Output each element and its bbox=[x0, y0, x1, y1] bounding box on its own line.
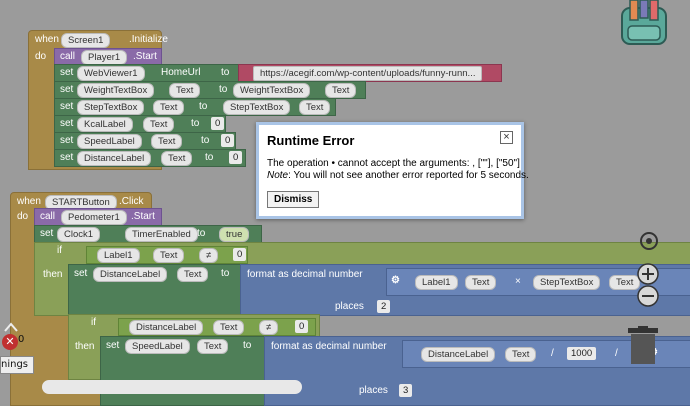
component-dropdown[interactable]: StepTextBox bbox=[77, 100, 145, 115]
component-dropdown[interactable]: DistanceLabel bbox=[93, 267, 168, 282]
call-pedometer-start-block[interactable]: call Pedometer1 .Start bbox=[34, 208, 162, 226]
dismiss-button[interactable]: Dismiss bbox=[267, 191, 320, 208]
property-dropdown[interactable]: TimerEnabled bbox=[125, 227, 198, 242]
operator-dropdown[interactable]: ≠ bbox=[259, 320, 279, 335]
number-field[interactable]: 1000 bbox=[567, 347, 597, 360]
property-dropdown[interactable]: Text bbox=[299, 100, 331, 115]
component-dropdown[interactable]: Label1 bbox=[415, 275, 458, 290]
set-speedlabel-block[interactable]: set SpeedLabel Text to 0 bbox=[54, 132, 236, 150]
property-dropdown[interactable]: Text bbox=[151, 134, 183, 149]
show-warnings-button[interactable]: nings bbox=[0, 356, 34, 374]
number-field[interactable]: 0 bbox=[233, 248, 247, 261]
property-dropdown[interactable]: Text bbox=[325, 83, 357, 98]
component-dropdown[interactable]: WeightTextBox bbox=[233, 83, 311, 98]
property-dropdown[interactable]: Text bbox=[197, 339, 229, 354]
property-dropdown[interactable]: Text bbox=[153, 248, 185, 263]
do-keyword: do bbox=[35, 51, 47, 62]
property-dropdown[interactable]: Text bbox=[505, 347, 537, 362]
set-clock-timerenabled-block[interactable]: set Clock1 TimerEnabled to true bbox=[34, 225, 262, 243]
places-field[interactable]: 2 bbox=[377, 300, 391, 313]
recenter-target-icon[interactable] bbox=[638, 230, 660, 252]
set-weighttextbox-block[interactable]: set WeightTextBox Text to WeightTextBox … bbox=[54, 81, 366, 99]
runtime-error-dialog: Runtime Error × The operation • cannot a… bbox=[256, 122, 529, 219]
component-dropdown[interactable]: Player1 bbox=[81, 50, 128, 65]
component-dropdown[interactable]: StepTextBox bbox=[533, 275, 601, 290]
component-dropdown[interactable]: DistanceLabel bbox=[421, 347, 496, 362]
url-text-field[interactable]: https://acegif.com/wp-content/uploads/fu… bbox=[253, 66, 483, 81]
component-dropdown[interactable]: KcalLabel bbox=[77, 117, 133, 132]
component-dropdown[interactable]: Pedometer1 bbox=[61, 210, 127, 225]
component-dropdown[interactable]: DistanceLabel bbox=[77, 151, 152, 166]
error-message: The operation • cannot accept the argume… bbox=[267, 158, 520, 169]
number-field[interactable]: 0 bbox=[229, 151, 243, 164]
component-dropdown[interactable]: DistanceLabel bbox=[129, 320, 204, 335]
number-field[interactable]: 0 bbox=[295, 320, 309, 333]
close-icon[interactable]: × bbox=[500, 131, 513, 144]
operator-dropdown[interactable]: ≠ bbox=[199, 248, 219, 263]
property-dropdown[interactable]: Text bbox=[465, 275, 497, 290]
url-text-block[interactable]: https://acegif.com/wp-content/uploads/fu… bbox=[238, 64, 502, 82]
error-count: 0 bbox=[18, 334, 25, 345]
dialog-title: Runtime Error bbox=[267, 133, 355, 148]
component-dropdown[interactable]: Screen1 bbox=[61, 33, 111, 48]
property-dropdown[interactable]: Text bbox=[161, 151, 193, 166]
horizontal-scrollbar[interactable] bbox=[42, 380, 302, 394]
component-dropdown[interactable]: WebViewer1 bbox=[77, 66, 145, 81]
property-dropdown[interactable]: Text bbox=[143, 117, 175, 132]
error-icon[interactable]: ✕ bbox=[2, 334, 18, 350]
set-steptextbox-block[interactable]: set StepTextBox Text to StepTextBox Text bbox=[54, 98, 336, 116]
when-keyword: when bbox=[35, 34, 59, 45]
trash-icon[interactable] bbox=[626, 326, 660, 366]
component-dropdown[interactable]: Label1 bbox=[97, 248, 140, 263]
set-distancelabel-text-block[interactable]: set DistanceLabel Text to bbox=[68, 264, 246, 316]
backpack-icon[interactable] bbox=[612, 0, 676, 50]
component-dropdown[interactable]: SpeedLabel bbox=[77, 134, 142, 149]
zoom-in-icon[interactable] bbox=[636, 262, 660, 286]
error-note: Note: You will not see another error rep… bbox=[267, 170, 529, 181]
gear-icon[interactable]: ⚙ bbox=[391, 275, 400, 286]
property-dropdown[interactable]: Text bbox=[177, 267, 209, 282]
number-field[interactable]: 0 bbox=[221, 134, 235, 147]
property-dropdown[interactable]: Text bbox=[169, 83, 201, 98]
set-speedlabel-text-block[interactable]: set SpeedLabel Text to bbox=[100, 336, 268, 406]
set-distancelabel-block[interactable]: set DistanceLabel Text to 0 bbox=[54, 149, 246, 167]
number-field[interactable]: 0 bbox=[211, 117, 225, 130]
places-field[interactable]: 3 bbox=[399, 384, 413, 397]
compare-block[interactable]: DistanceLabel Text ≠ 0 bbox=[118, 318, 316, 336]
component-dropdown[interactable]: Clock1 bbox=[57, 227, 101, 242]
warning-expand-icon[interactable] bbox=[2, 320, 20, 334]
property-dropdown[interactable]: Text bbox=[153, 100, 185, 115]
component-dropdown[interactable]: StepTextBox bbox=[223, 100, 291, 115]
set-kcallabel-block[interactable]: set KcalLabel Text to 0 bbox=[54, 115, 226, 133]
component-dropdown[interactable]: WeightTextBox bbox=[77, 83, 155, 98]
component-dropdown[interactable]: SpeedLabel bbox=[125, 339, 190, 354]
property-dropdown[interactable]: Text bbox=[213, 320, 245, 335]
compare-block[interactable]: Label1 Text ≠ 0 bbox=[86, 246, 248, 264]
event-name: .Initialize bbox=[129, 34, 168, 45]
set-webviewer-homeurl-block[interactable]: set WebViewer1 HomeUrl to bbox=[54, 64, 242, 82]
boolean-dropdown[interactable]: true bbox=[219, 227, 250, 242]
zoom-out-icon[interactable] bbox=[636, 284, 660, 308]
